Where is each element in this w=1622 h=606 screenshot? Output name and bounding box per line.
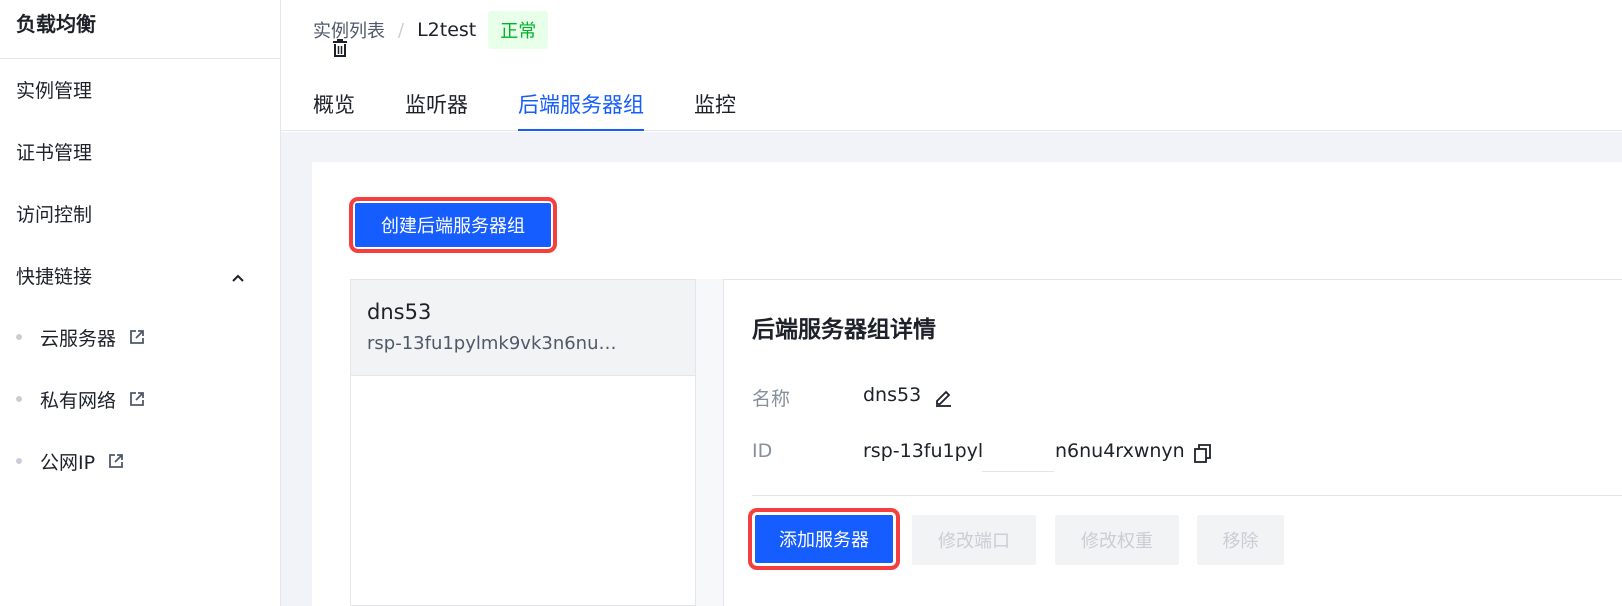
create-server-group-button[interactable]: 创建后端服务器组 (355, 203, 551, 247)
sidebar: 负载均衡 实例管理 证书管理 访问控制 快捷链接 云服务器 私有网络 公网IP (0, 0, 281, 606)
bullet-dot (16, 458, 22, 464)
detail-title: 后端服务器组详情 (752, 317, 936, 343)
quick-link-vpc[interactable]: 私有网络 (16, 385, 146, 413)
quick-link-eip[interactable]: 公网IP (16, 447, 125, 475)
quick-link-label: 公网IP (40, 451, 96, 474)
tab-backend-server-groups[interactable]: 后端服务器组 (518, 84, 644, 131)
edit-icon[interactable] (934, 388, 953, 407)
tab-monitoring[interactable]: 监控 (694, 84, 736, 131)
external-link-icon (130, 330, 144, 344)
breadcrumb-instance-list[interactable]: 实例列表 (313, 17, 385, 43)
breadcrumb-separator: / (398, 19, 405, 41)
server-group-list: dns53 rsp-13fu1pylmk9vk3n6nu4rxwnyn (350, 279, 696, 606)
id-value-suffix: n6nu4rxwnyn (1055, 440, 1185, 462)
quick-link-cvm[interactable]: 云服务器 (16, 323, 146, 351)
sidebar-item-access-control[interactable]: 访问控制 (16, 200, 92, 227)
list-item[interactable]: dns53 rsp-13fu1pylmk9vk3n6nu4rxwnyn (351, 280, 695, 376)
page-header: 实例列表 / L2test 正常 概览 监听器 后端服务器组 监控 (281, 0, 1622, 131)
id-value-prefix: rsp-13fu1pyl (863, 440, 984, 462)
id-label: ID (752, 440, 773, 462)
breadcrumb-current: L2test (417, 19, 477, 41)
copy-icon[interactable] (1194, 444, 1212, 464)
id-redaction-mask (982, 438, 1054, 472)
tab-listeners[interactable]: 监听器 (405, 84, 468, 131)
tab-bar: 概览 监听器 后端服务器组 监控 (313, 84, 786, 131)
status-badge: 正常 (488, 11, 549, 49)
trash-icon[interactable] (332, 38, 348, 58)
sidebar-item-certificates[interactable]: 证书管理 (16, 138, 92, 165)
chevron-up-icon[interactable] (230, 270, 246, 286)
breadcrumb: 实例列表 / L2test 正常 (313, 11, 549, 49)
name-value: dns53 (863, 384, 922, 406)
detail-divider (752, 495, 1622, 496)
modify-port-button[interactable]: 修改端口 (912, 515, 1036, 565)
bullet-dot (16, 334, 22, 340)
sidebar-item-instances[interactable]: 实例管理 (16, 76, 92, 103)
add-server-button[interactable]: 添加服务器 (755, 515, 893, 563)
sidebar-title: 负载均衡 (16, 12, 96, 36)
quick-link-label: 私有网络 (40, 389, 117, 412)
panel-splitter[interactable] (696, 279, 724, 606)
create-button-highlight: 创建后端服务器组 (349, 197, 557, 253)
sidebar-divider (0, 58, 280, 59)
external-link-icon (109, 454, 123, 468)
server-group-id: rsp-13fu1pylmk9vk3n6nu4rxwnyn (367, 333, 625, 354)
tab-overview[interactable]: 概览 (313, 84, 355, 131)
name-label: 名称 (752, 388, 791, 410)
remove-button[interactable]: 移除 (1197, 515, 1284, 565)
add-button-highlight: 添加服务器 (748, 508, 900, 570)
quick-link-label: 云服务器 (40, 327, 117, 350)
bullet-dot (16, 396, 22, 402)
external-link-icon (130, 392, 144, 406)
modify-weight-button[interactable]: 修改权重 (1055, 515, 1179, 565)
server-group-name: dns53 (367, 300, 432, 324)
sidebar-item-quick-links[interactable]: 快捷链接 (16, 262, 92, 289)
